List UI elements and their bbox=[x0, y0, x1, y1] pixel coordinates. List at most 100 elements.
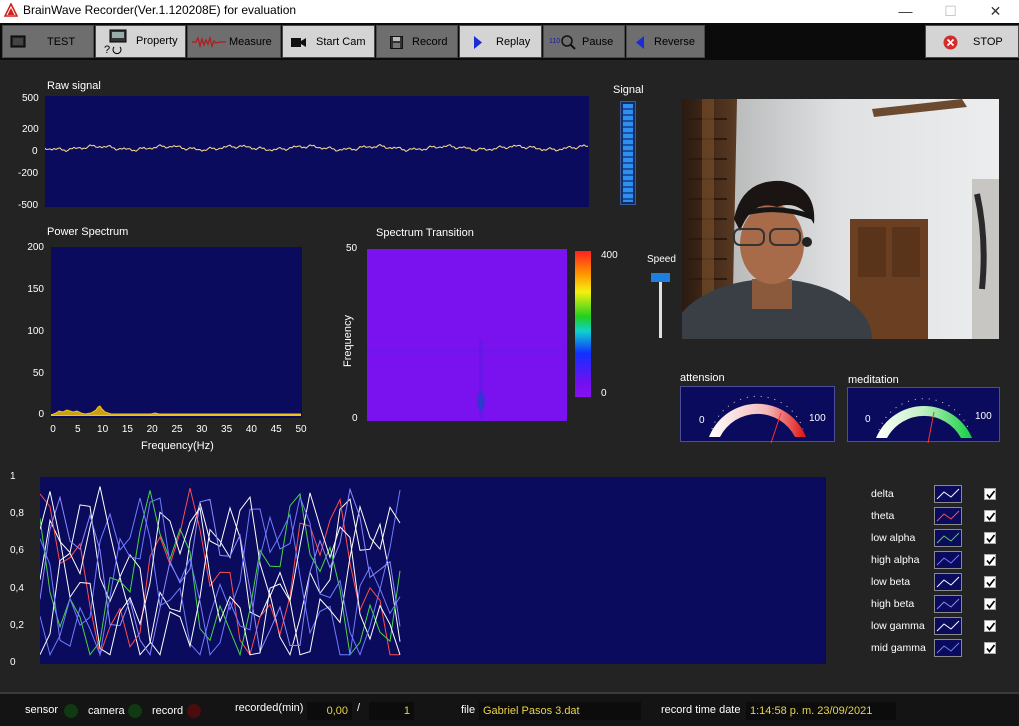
toolbar: TEST ? Property Measure Start Cam Record… bbox=[0, 23, 1019, 60]
test-button[interactable]: TEST bbox=[2, 25, 94, 58]
start-cam-button[interactable]: Start Cam bbox=[282, 25, 375, 58]
recorded-value: 0,00 bbox=[307, 702, 352, 720]
band-ytick: 1 bbox=[10, 471, 16, 482]
pause-icon: 110 bbox=[549, 35, 576, 50]
window-title: BrainWave Recorder(Ver.1.120208E) for ev… bbox=[23, 3, 297, 17]
ps-xtick: 10 bbox=[97, 424, 109, 435]
ps-xtick: 25 bbox=[171, 424, 183, 435]
minimize-button[interactable]: — bbox=[883, 0, 928, 23]
attension-min: 0 bbox=[699, 415, 705, 426]
total-value: 1 bbox=[369, 702, 414, 720]
meditation-title: meditation bbox=[848, 374, 899, 386]
band-ytick: 0,8 bbox=[10, 508, 24, 519]
signal-title: Signal bbox=[613, 84, 644, 96]
legend-swatch bbox=[934, 485, 962, 503]
sensor-led bbox=[64, 704, 78, 718]
meditation-min: 0 bbox=[865, 414, 871, 425]
speed-slider-handle[interactable] bbox=[651, 273, 670, 282]
legend-label: low gamma bbox=[871, 620, 925, 632]
property-icon: ? bbox=[104, 29, 127, 55]
ps-xtick: 0 bbox=[50, 424, 56, 435]
file-value: Gabriel Pasos 3.dat bbox=[479, 702, 641, 720]
measure-button[interactable]: Measure bbox=[187, 25, 281, 58]
st-ytick-top: 50 bbox=[346, 243, 358, 254]
legend-label: mid gamma bbox=[871, 642, 926, 654]
title-bar: BrainWave Recorder(Ver.1.120208E) for ev… bbox=[0, 0, 1019, 23]
colorscale-bar bbox=[574, 250, 592, 398]
legend-checkbox[interactable] bbox=[984, 576, 996, 588]
colorscale-max: 400 bbox=[601, 250, 618, 261]
meditation-max: 100 bbox=[975, 411, 992, 422]
legend-swatch bbox=[934, 595, 962, 613]
svg-text:?: ? bbox=[104, 44, 110, 55]
st-ylabel: Frequency bbox=[341, 315, 354, 367]
app-logo-icon bbox=[4, 3, 18, 17]
signal-level-bar bbox=[623, 104, 633, 202]
file-label: file bbox=[461, 704, 476, 716]
legend-checkbox[interactable] bbox=[984, 532, 996, 544]
camera-view bbox=[682, 99, 999, 339]
legend-checkbox[interactable] bbox=[984, 642, 996, 654]
record-led bbox=[187, 704, 201, 718]
legend-item: high beta bbox=[871, 595, 1011, 615]
raw-ytick: -200 bbox=[18, 168, 39, 179]
band-ytick: 0,4 bbox=[10, 583, 24, 594]
band-chart-plot bbox=[39, 477, 826, 664]
raw-signal-title: Raw signal bbox=[47, 80, 101, 92]
record-button[interactable]: Record bbox=[376, 25, 458, 58]
speed-title: Speed bbox=[647, 254, 676, 265]
legend-checkbox[interactable] bbox=[984, 554, 996, 566]
ps-xtick: 40 bbox=[245, 424, 257, 435]
close-button[interactable]: ✕ bbox=[973, 0, 1018, 23]
legend-item: theta bbox=[871, 507, 1011, 527]
reverse-button[interactable]: Reverse bbox=[626, 25, 705, 58]
replay-button[interactable]: Replay bbox=[459, 25, 542, 58]
signal-meter bbox=[620, 101, 636, 205]
ps-xtick: 5 bbox=[75, 424, 81, 435]
raw-signal-trace bbox=[44, 143, 589, 153]
ps-xtick: 20 bbox=[146, 424, 158, 435]
maximize-button[interactable]: ☐ bbox=[928, 0, 973, 23]
stop-button[interactable]: STOP bbox=[925, 25, 1019, 58]
legend-label: high beta bbox=[871, 598, 915, 610]
legend-item: delta bbox=[871, 485, 1011, 505]
power-spectrum-title: Power Spectrum bbox=[47, 226, 129, 238]
spectrum-transition-title: Spectrum Transition bbox=[376, 227, 474, 239]
attension-max: 100 bbox=[809, 413, 826, 424]
ps-xtick: 50 bbox=[295, 424, 307, 435]
camera-icon bbox=[291, 38, 306, 47]
band-ytick: 0 bbox=[10, 657, 16, 668]
stop-icon bbox=[943, 35, 958, 50]
record-label: record bbox=[152, 705, 184, 717]
legend-checkbox[interactable] bbox=[984, 620, 996, 632]
camera-led bbox=[128, 704, 142, 718]
status-bar: sensor camera record recorded(min) 0,00 … bbox=[0, 692, 1019, 726]
recorded-separator: / bbox=[357, 702, 361, 714]
band-ytick: 0,2 bbox=[10, 620, 24, 631]
raw-signal-plot bbox=[44, 96, 589, 207]
pause-button[interactable]: 110 Pause bbox=[543, 25, 625, 58]
spectrum-transition-heatmap bbox=[366, 248, 568, 422]
time-label: record time date bbox=[661, 704, 741, 716]
power-spectrum-plot bbox=[50, 247, 302, 418]
camera-frame-image bbox=[682, 99, 999, 339]
time-value: 1:14:58 p. m. 23/09/2021 bbox=[746, 702, 896, 720]
raw-ytick: 200 bbox=[22, 124, 39, 135]
disk-icon bbox=[390, 36, 403, 49]
spectrum-heatmap-image bbox=[367, 339, 567, 419]
sensor-label: sensor bbox=[25, 704, 59, 716]
legend-swatch bbox=[934, 551, 962, 569]
legend-item: low gamma bbox=[871, 617, 1011, 637]
property-button[interactable]: ? Property bbox=[95, 25, 186, 58]
legend-checkbox[interactable] bbox=[984, 510, 996, 522]
speed-track[interactable] bbox=[659, 276, 662, 338]
power-spectrum-graph bbox=[50, 405, 301, 416]
raw-ytick: 0 bbox=[32, 146, 38, 157]
monitor-icon bbox=[10, 35, 26, 48]
ps-ytick: 0 bbox=[38, 409, 44, 420]
legend-checkbox[interactable] bbox=[984, 598, 996, 610]
legend-checkbox[interactable] bbox=[984, 488, 996, 500]
raw-ytick: 500 bbox=[22, 93, 39, 104]
waveform-icon bbox=[192, 36, 226, 48]
legend-item: mid gamma bbox=[871, 639, 1011, 659]
